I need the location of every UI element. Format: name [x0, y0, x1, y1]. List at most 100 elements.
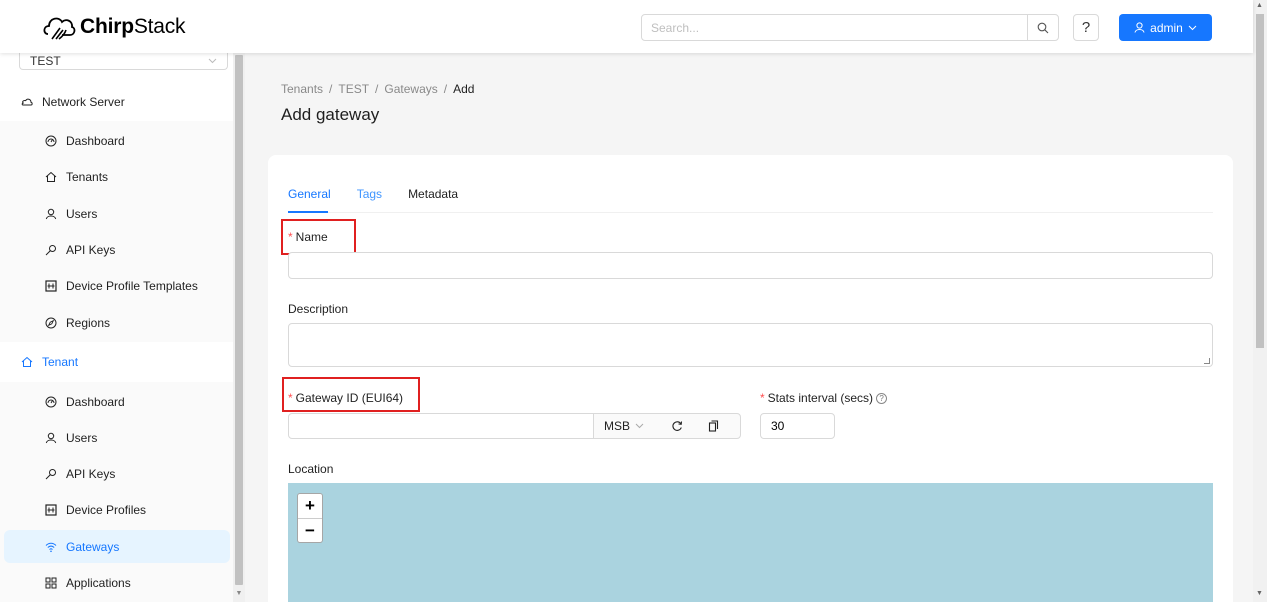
stats-interval-label-text: Stats interval (secs)	[767, 391, 874, 405]
network-server-submenu	[0, 121, 233, 342]
sidebar-scrollbar-thumb[interactable]	[235, 55, 243, 585]
description-textarea[interactable]	[289, 324, 1212, 366]
key-icon	[45, 245, 56, 256]
appstore-icon	[45, 577, 57, 589]
help-button[interactable]: ?	[1073, 14, 1099, 41]
menu-item-label: Dashboard	[66, 395, 125, 409]
compass-icon	[45, 317, 57, 329]
page-scroll-down-arrow[interactable]: ▼	[1256, 590, 1263, 597]
cloud-icon	[21, 98, 33, 106]
user-name: admin	[1150, 20, 1183, 35]
chirpstack-logo[interactable]: ChirpStack	[42, 12, 186, 42]
menu-item-label: Users	[66, 431, 98, 445]
menu-group-label: Network Server	[42, 95, 125, 109]
zoom-in-button[interactable]: +	[298, 494, 322, 518]
menu-item-ns-dashboard[interactable]: Dashboard	[45, 134, 125, 148]
byte-order-value: MSB	[604, 419, 631, 433]
tenant-submenu	[0, 382, 233, 602]
stats-interval-label: * Stats interval (secs)?	[760, 391, 888, 405]
menu-item-ns-tenants[interactable]: Tenants	[45, 170, 108, 184]
menu-item-label: API Keys	[66, 467, 116, 481]
user-icon	[1134, 22, 1145, 33]
breadcrumb-separator: /	[443, 82, 448, 96]
tab-divider	[288, 212, 1213, 213]
menu-item-ns-regions[interactable]: Regions	[45, 316, 110, 330]
location-map[interactable]	[288, 483, 1213, 602]
key-icon	[45, 469, 56, 480]
description-field[interactable]	[288, 323, 1213, 367]
highlight-box-name	[281, 219, 356, 255]
gateway-id-input[interactable]	[289, 414, 593, 438]
user-menu-button[interactable]: admin	[1119, 14, 1212, 41]
generate-id-button[interactable]	[659, 414, 695, 438]
menu-item-label: Gateways	[66, 540, 120, 554]
menu-item-tenant-device-profiles[interactable]: Device Profiles	[45, 503, 146, 517]
required-marker: *	[760, 391, 765, 405]
home-icon	[21, 356, 33, 367]
active-tab-indicator	[288, 211, 328, 213]
chevron-down-icon	[1188, 25, 1197, 30]
menu-item-tenant-api-keys[interactable]: API Keys	[45, 467, 115, 481]
reload-icon	[672, 421, 683, 431]
template-icon	[45, 280, 57, 292]
breadcrumb-separator: /	[375, 82, 379, 96]
menu-item-tenant-gateways[interactable]: Gateways	[45, 540, 119, 554]
wifi-icon	[45, 542, 57, 553]
page-scrollbar-thumb[interactable]	[1256, 14, 1264, 348]
menu-item-ns-device-profile-templates[interactable]: Device Profile Templates	[45, 279, 198, 293]
menu-item-label: Dashboard	[66, 134, 125, 148]
sidebar: TEST Network Server Dashboard Tenants Us…	[0, 53, 233, 602]
name-input[interactable]	[289, 253, 1212, 278]
menu-item-label: Device Profiles	[66, 503, 147, 517]
template-icon	[45, 504, 57, 516]
zoom-out-button[interactable]: −	[298, 518, 322, 542]
breadcrumb: Tenants / TEST / Gateways / Add	[281, 82, 474, 96]
tenant-select[interactable]: TEST	[19, 53, 228, 70]
global-search[interactable]	[641, 14, 1059, 41]
sidebar-scroll-down-arrow[interactable]: ▼	[235, 590, 243, 598]
location-label: Location	[288, 462, 334, 476]
resize-handle-icon[interactable]	[1204, 358, 1210, 364]
chevron-down-icon	[208, 58, 217, 64]
name-field[interactable]	[288, 252, 1213, 279]
description-label: Description	[288, 302, 349, 316]
menu-item-tenant-applications[interactable]: Applications	[45, 576, 131, 590]
menu-group-tenant[interactable]: Tenant	[21, 355, 78, 369]
menu-group-network-server[interactable]: Network Server	[21, 95, 125, 109]
tab-general[interactable]: General	[288, 187, 331, 201]
search-icon	[1037, 22, 1049, 33]
top-header: ChirpStack ? admin	[0, 0, 1253, 53]
menu-item-tenant-users[interactable]: Users	[45, 431, 97, 445]
menu-item-label: Applications	[66, 576, 131, 590]
stats-interval-field[interactable]	[760, 413, 835, 439]
dashboard-icon	[45, 396, 57, 408]
user-icon	[45, 432, 57, 444]
menu-item-label: Tenants	[66, 170, 109, 184]
breadcrumb-tenant[interactable]: TEST	[338, 82, 369, 96]
tenant-select-value: TEST	[30, 54, 61, 68]
copy-id-button[interactable]	[695, 414, 731, 438]
menu-item-label: Regions	[66, 316, 111, 330]
page-scroll-up-arrow[interactable]: ▲	[1256, 2, 1263, 9]
user-icon	[45, 208, 57, 220]
tab-tags[interactable]: Tags	[357, 187, 382, 201]
menu-item-tenant-dashboard[interactable]: Dashboard	[45, 395, 125, 409]
search-button[interactable]	[1027, 15, 1058, 40]
page-title: Add gateway	[281, 105, 380, 124]
gateway-id-field[interactable]	[288, 413, 594, 439]
question-circle-icon[interactable]: ?	[876, 393, 888, 404]
search-input[interactable]	[642, 15, 1027, 40]
highlight-box-gateway-id	[282, 377, 420, 412]
menu-group-label: Tenant	[42, 355, 79, 369]
breadcrumb-tenants[interactable]: Tenants	[281, 82, 323, 96]
menu-item-ns-users[interactable]: Users	[45, 207, 97, 221]
breadcrumb-gateways[interactable]: Gateways	[384, 82, 437, 96]
stats-interval-input[interactable]	[761, 414, 834, 438]
byte-order-select[interactable]: MSB	[604, 419, 659, 433]
copy-icon	[708, 420, 718, 432]
tab-metadata[interactable]: Metadata	[408, 187, 458, 201]
brand-name: ChirpStack	[80, 15, 186, 38]
chirpstack-logo-icon	[43, 17, 76, 40]
menu-item-ns-api-keys[interactable]: API Keys	[45, 243, 115, 257]
menu-item-label: Device Profile Templates	[66, 279, 198, 293]
